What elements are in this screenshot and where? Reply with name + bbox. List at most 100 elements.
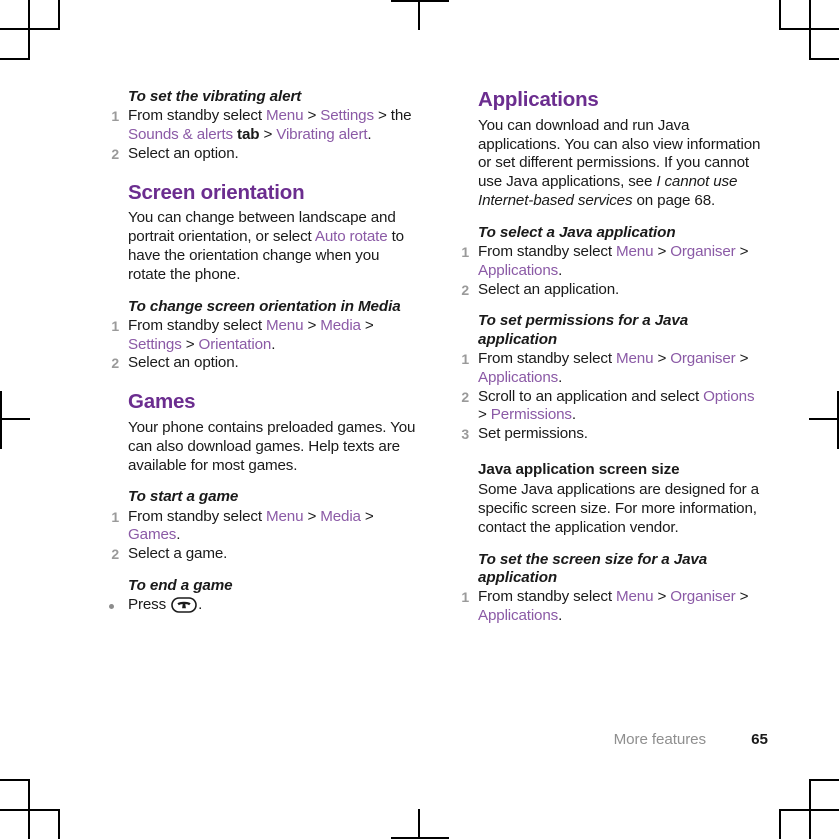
steps-set-screen-size: 1 From standby select Menu > Organiser >… bbox=[454, 588, 767, 626]
text-run: From standby select bbox=[128, 507, 266, 525]
list-item: 1 From standby select Menu > Media > Gam… bbox=[104, 508, 417, 546]
step-number: 1 bbox=[111, 108, 119, 125]
step-text: From standby select Menu > Organiser > A… bbox=[478, 350, 749, 386]
step-text: From standby select Menu > Media > Setti… bbox=[128, 317, 374, 353]
text-run: Some Java applications are designed for … bbox=[478, 481, 759, 536]
steps-select-java-application: 1 From standby select Menu > Organiser >… bbox=[454, 243, 767, 299]
text-run: > bbox=[735, 242, 749, 260]
footer-page-number: 65 bbox=[751, 731, 768, 748]
menu-path-term: Sounds & alerts bbox=[128, 126, 233, 144]
menu-path-term: Menu bbox=[615, 588, 654, 606]
step-text: Select an application. bbox=[478, 281, 619, 298]
manual-page: To set the vibrating alert 1 From standb… bbox=[0, 0, 839, 839]
step-text: Scroll to an application and select Opti… bbox=[478, 387, 755, 424]
step-text: Select a game. bbox=[128, 545, 227, 562]
text-run: > bbox=[303, 316, 321, 334]
step-text-suffix: . bbox=[198, 596, 203, 614]
menu-path-term: Media bbox=[320, 507, 361, 525]
text-run: > bbox=[653, 350, 671, 368]
step-number: 2 bbox=[111, 546, 119, 563]
step-number: 2 bbox=[111, 145, 119, 162]
list-item: 1 From standby select Menu > Media > Set… bbox=[104, 317, 417, 355]
menu-path-term: Menu bbox=[615, 350, 654, 368]
bullet-icon bbox=[109, 604, 114, 610]
text-run: From standby select bbox=[478, 242, 616, 260]
menu-path-term: Organiser bbox=[670, 588, 736, 606]
list-item: Press . bbox=[104, 596, 417, 615]
text-run: > bbox=[303, 107, 321, 125]
text-run: . bbox=[571, 406, 576, 424]
heading-games: Games bbox=[128, 390, 196, 414]
step-text-prefix: Press bbox=[128, 596, 171, 614]
text-run: > bbox=[653, 588, 671, 606]
step-number: 1 bbox=[111, 508, 119, 525]
text-run: > bbox=[181, 335, 199, 353]
text-run: . bbox=[558, 368, 563, 386]
paragraph-screen-orientation: You can change between landscape and por… bbox=[128, 209, 417, 284]
steps-vibrating-alert: 1 From standby select Menu > Settings > … bbox=[104, 107, 417, 163]
text-run: . bbox=[367, 126, 372, 144]
text-run: > bbox=[360, 507, 374, 525]
end-call-key-icon bbox=[171, 597, 197, 614]
menu-path-term: Options bbox=[703, 387, 755, 405]
steps-change-orientation: 1 From standby select Menu > Media > Set… bbox=[104, 317, 417, 373]
menu-path-term: Permissions bbox=[490, 406, 572, 424]
paragraph-applications: You can download and run Java applicatio… bbox=[478, 117, 767, 211]
step-number: 2 bbox=[461, 388, 469, 405]
text-run: > bbox=[259, 126, 277, 144]
step-text: Select an option. bbox=[128, 145, 239, 162]
steps-end-game: Press . bbox=[104, 596, 417, 615]
menu-path-term: Settings bbox=[128, 335, 182, 353]
text-run: From standby select bbox=[128, 107, 266, 125]
text-run: > bbox=[360, 316, 374, 334]
step-number: 3 bbox=[461, 426, 469, 443]
list-item: 2 Select an option. bbox=[104, 354, 417, 373]
text-run: > the bbox=[373, 107, 412, 125]
menu-path-term: Settings bbox=[320, 107, 374, 125]
heading-to-set-screen-size: To set the screen size for a Java applic… bbox=[478, 550, 708, 586]
text-run: From standby select bbox=[478, 350, 616, 368]
text-run: > bbox=[735, 588, 749, 606]
text-run: Select a game. bbox=[128, 545, 228, 563]
heading-to-end-a-game: To end a game bbox=[128, 576, 233, 594]
footer-section-name: More features bbox=[613, 731, 707, 748]
text-run: Scroll to an application and select bbox=[478, 387, 704, 405]
menu-path-term: Applications bbox=[478, 368, 559, 386]
step-number: 1 bbox=[461, 351, 469, 368]
step-text: From standby select Menu > Organiser > A… bbox=[478, 242, 749, 279]
emphasis-term: tab bbox=[232, 126, 260, 144]
text-run: Set permissions. bbox=[478, 425, 588, 443]
text-run: > bbox=[303, 507, 321, 525]
text-run: Your phone contains preloaded games. You… bbox=[128, 418, 416, 474]
steps-set-permissions: 1 From standby select Menu > Organiser >… bbox=[454, 350, 767, 444]
list-item: 1 From standby select Menu > Organiser >… bbox=[454, 588, 767, 626]
text-run: From standby select bbox=[128, 316, 266, 334]
heading-applications: Applications bbox=[478, 88, 599, 111]
heading-to-set-vibrating-alert: To set the vibrating alert bbox=[128, 88, 302, 105]
menu-path-term: Menu bbox=[265, 107, 304, 125]
paragraph-java-screen-size: Some Java applications are designed for … bbox=[478, 481, 767, 537]
heading-to-set-permissions: To set permissions for a Java applicatio… bbox=[478, 312, 689, 348]
text-run: . bbox=[271, 335, 276, 353]
menu-path-term: Organiser bbox=[670, 242, 736, 260]
step-number: 1 bbox=[461, 243, 469, 260]
right-column: Applications You can download and run Ja… bbox=[454, 88, 767, 626]
list-item: 2 Scroll to an application and select Op… bbox=[454, 388, 767, 426]
list-item: 1 From standby select Menu > Organiser >… bbox=[454, 243, 767, 281]
step-text: Select an option. bbox=[128, 354, 239, 371]
menu-path-term: Vibrating alert bbox=[276, 126, 368, 144]
text-run: > bbox=[653, 242, 671, 260]
menu-path-term: Menu bbox=[265, 316, 304, 334]
two-column-layout: To set the vibrating alert 1 From standb… bbox=[104, 88, 768, 626]
steps-start-game: 1 From standby select Menu > Media > Gam… bbox=[104, 508, 417, 564]
heading-screen-orientation: Screen orientation bbox=[128, 180, 305, 204]
list-item: 2 Select a game. bbox=[104, 545, 417, 564]
menu-path-term: Games bbox=[128, 526, 177, 544]
text-run: Select an option. bbox=[128, 354, 239, 372]
step-number: 2 bbox=[461, 281, 469, 298]
text-run: . bbox=[176, 526, 181, 544]
step-number: 1 bbox=[111, 317, 119, 334]
menu-path-term: Auto rotate bbox=[314, 228, 388, 246]
step-text: From standby select Menu > Media > Games… bbox=[128, 508, 374, 544]
list-item: 1 From standby select Menu > Organiser >… bbox=[454, 350, 767, 388]
